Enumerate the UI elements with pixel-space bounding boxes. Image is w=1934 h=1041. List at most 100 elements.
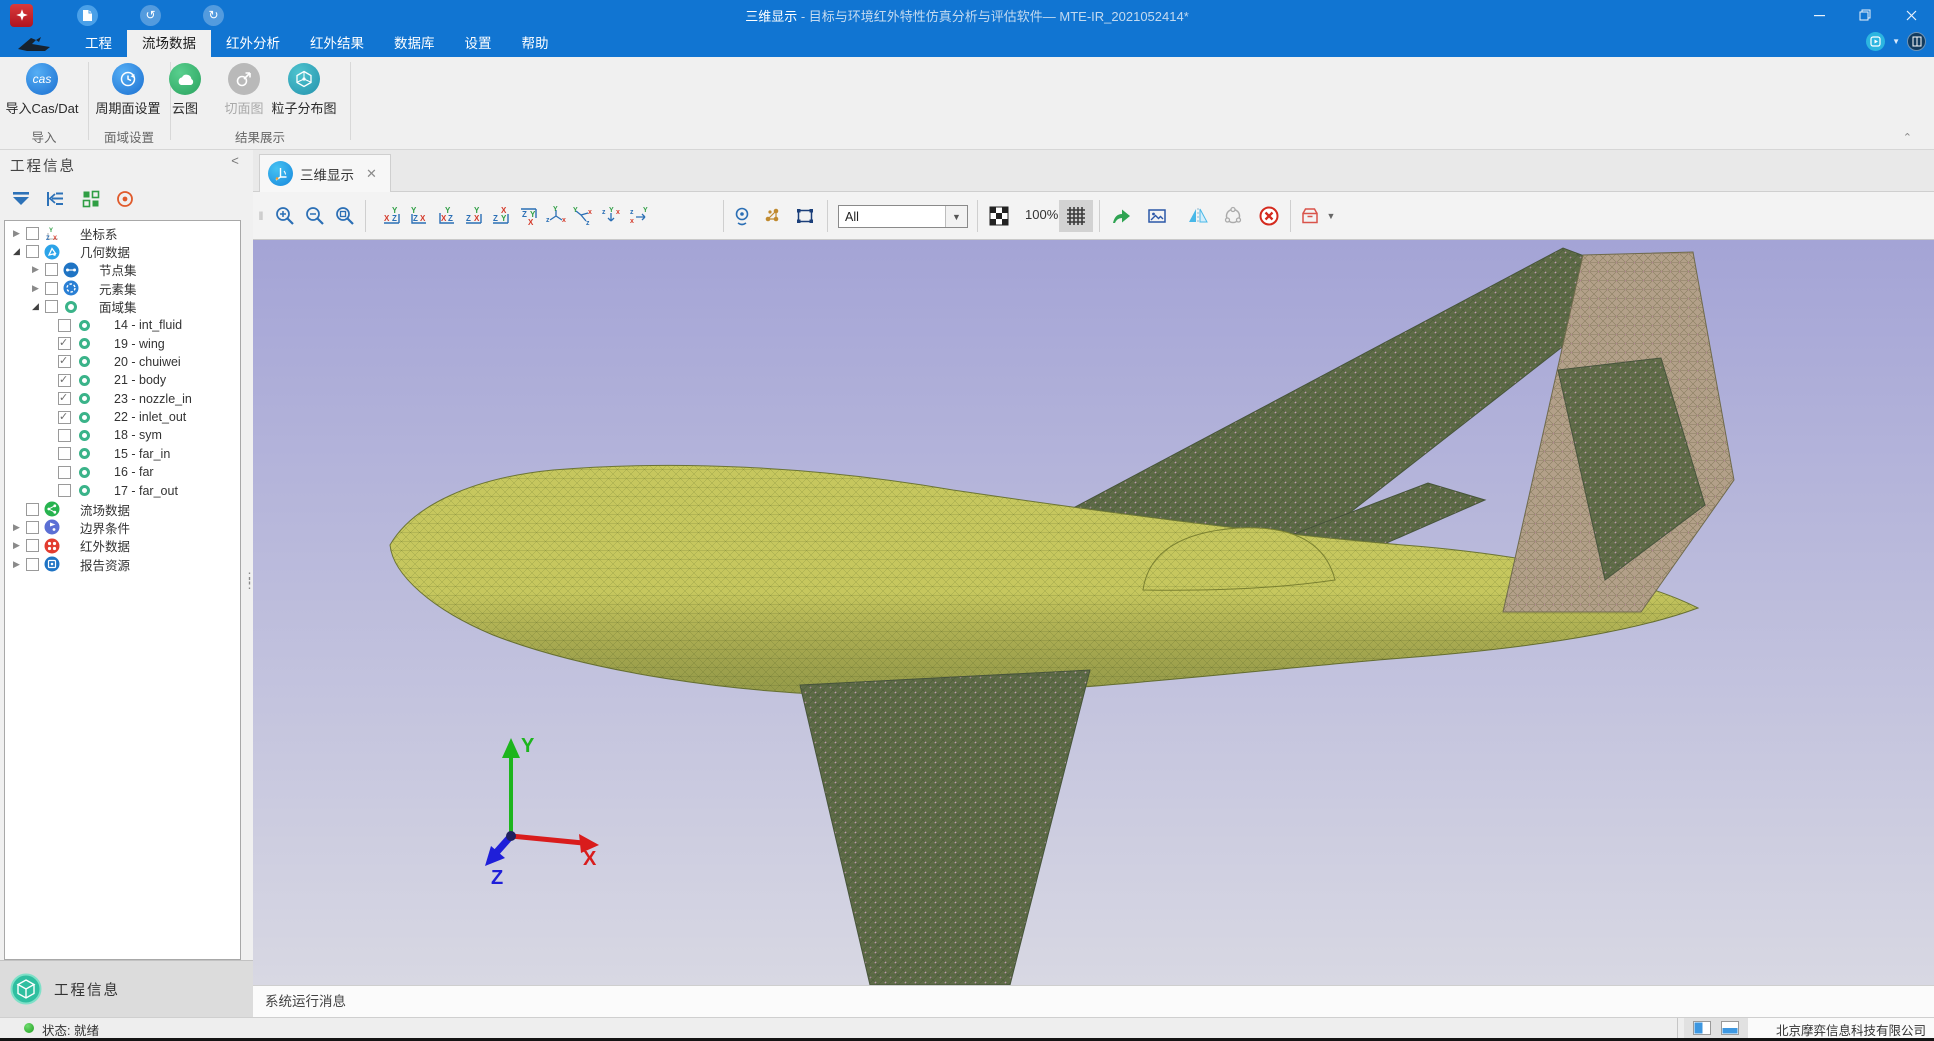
expander-icon[interactable]: ◢ — [10, 245, 23, 258]
tree-item-far[interactable]: 16 - far — [5, 463, 240, 481]
tree-item-far-in[interactable]: 15 - far_in — [5, 445, 240, 463]
menu-item-ir-results[interactable]: 红外结果 — [295, 30, 379, 57]
tree-item-body[interactable]: 21 - body — [5, 371, 240, 389]
export-button[interactable] — [1108, 203, 1134, 229]
view-iso1-button[interactable]: zYx — [543, 203, 569, 229]
tree-item-flowdata[interactable]: ▶ 流场数据 — [5, 500, 240, 518]
view-left-button[interactable]: YXZ — [434, 203, 460, 229]
tree-item-wing[interactable]: 19 - wing — [5, 334, 240, 352]
menu-item-project[interactable]: 工程 — [70, 30, 127, 57]
menu-item-database[interactable]: 数据库 — [379, 30, 450, 57]
tree-item-elementset[interactable]: ▶ 元素集 — [5, 279, 240, 297]
expander-icon[interactable]: ▶ — [29, 263, 42, 276]
expander-icon[interactable]: ◢ — [29, 300, 42, 313]
mesh-display-toggle[interactable] — [1059, 200, 1093, 232]
media-button[interactable] — [1866, 32, 1885, 51]
checkbox[interactable] — [45, 263, 58, 276]
checkbox[interactable] — [58, 337, 71, 350]
tree-item-chuiwei[interactable]: 20 - chuiwei — [5, 353, 240, 371]
menu-item-settings[interactable]: 设置 — [450, 30, 507, 57]
view-bottom-button[interactable]: ZYX — [516, 203, 542, 229]
tree-item-inlet-out[interactable]: 22 - inlet_out — [5, 408, 240, 426]
toolbar-drag-handle[interactable]: ‖ — [255, 203, 267, 229]
menu-item-flowfield[interactable]: 流场数据 — [127, 30, 211, 57]
tree-item-nodeset[interactable]: ▶ 节点集 — [5, 261, 240, 279]
checkbox[interactable] — [58, 319, 71, 332]
checkbox[interactable] — [58, 392, 71, 405]
clear-view-button[interactable] — [1256, 203, 1282, 229]
import-cas-dat-button[interactable]: cas 导入Cas/Dat — [0, 61, 84, 117]
zoom-in-button[interactable] — [272, 203, 298, 229]
checkbox[interactable] — [45, 300, 58, 313]
panel-footer[interactable]: 工程信息 — [0, 960, 253, 1017]
checkbox[interactable] — [26, 227, 39, 240]
checkbox[interactable] — [26, 503, 39, 516]
close-button[interactable] — [1888, 0, 1934, 30]
tree-item-boundary[interactable]: ▶ 边界条件 — [5, 518, 240, 536]
zoom-fit-button[interactable] — [332, 203, 358, 229]
view-iso3-button[interactable]: zYx — [598, 203, 624, 229]
mirror-button[interactable] — [1185, 203, 1211, 229]
tree-item-infrared[interactable]: ▶ 红外数据 — [5, 537, 240, 555]
undo-button[interactable]: ↺ — [140, 5, 161, 26]
particle-distribution-button[interactable]: 粒子分布图 — [262, 61, 346, 117]
view-iso4-button[interactable]: zxY — [626, 203, 652, 229]
probe-point-button[interactable] — [729, 203, 755, 229]
menu-item-help[interactable]: 帮助 — [507, 30, 564, 57]
checkbox[interactable] — [58, 447, 71, 460]
tree-item-coordsys[interactable]: ▶ YZX 坐标系 — [5, 224, 240, 242]
display-filter-select[interactable]: All ▼ — [838, 205, 968, 228]
tree-item-nozzle-in[interactable]: 23 - nozzle_in — [5, 390, 240, 408]
locate-target-button[interactable] — [112, 186, 138, 212]
checkbox[interactable] — [26, 539, 39, 552]
view-right-button[interactable]: YZX — [461, 203, 487, 229]
box-select-button[interactable] — [792, 203, 818, 229]
tree-item-sym[interactable]: 18 - sym — [5, 426, 240, 444]
combo-dropdown-icon[interactable]: ▼ — [945, 206, 967, 227]
panel-collapse-icon[interactable]: < — [226, 153, 244, 168]
checkbox[interactable] — [58, 484, 71, 497]
expander-icon[interactable]: ▶ — [29, 282, 42, 295]
expander-icon[interactable]: ▶ — [10, 227, 23, 240]
checkbox[interactable] — [26, 521, 39, 534]
expander-icon[interactable]: ▶ — [10, 521, 23, 534]
view-iso2-button[interactable]: Yxz — [570, 203, 596, 229]
tree-item-geometry[interactable]: ◢ 几何数据 — [5, 242, 240, 260]
checkbox[interactable] — [58, 355, 71, 368]
viewport-3d[interactable]: Y X Z — [253, 240, 1934, 985]
tree-item-int-fluid[interactable]: 14 - int_fluid — [5, 316, 240, 334]
minimize-button[interactable] — [1796, 0, 1842, 30]
tree-item-far-out[interactable]: 17 - far_out — [5, 481, 240, 499]
checkbox[interactable] — [58, 466, 71, 479]
redo-button[interactable]: ↻ — [203, 5, 224, 26]
checkbox[interactable] — [26, 558, 39, 571]
layout-bottom-panel-icon[interactable] — [1721, 1021, 1739, 1035]
tree-item-faceset[interactable]: ◢ 面域集 — [5, 298, 240, 316]
archive-dropdown-icon[interactable]: ▼ — [1323, 203, 1339, 229]
checkbox[interactable] — [58, 411, 71, 424]
view-back-button[interactable]: YZX — [406, 203, 432, 229]
checkbox[interactable] — [58, 429, 71, 442]
grid-view-button[interactable] — [78, 186, 104, 212]
app-menu-button[interactable] — [10, 4, 33, 27]
layout-left-panel-icon[interactable] — [1693, 1021, 1711, 1035]
checkbox[interactable] — [26, 245, 39, 258]
node-select-button[interactable] — [759, 203, 785, 229]
expander-icon[interactable]: ▶ — [10, 539, 23, 552]
help-book-button[interactable] — [1907, 32, 1926, 51]
view-top-button[interactable]: XZY — [488, 203, 514, 229]
tree-item-report[interactable]: ▶ 报告资源 — [5, 555, 240, 573]
restore-button[interactable] — [1842, 0, 1888, 30]
view-front-button[interactable]: YXZ — [379, 203, 405, 229]
menu-item-ir-analysis[interactable]: 红外分析 — [211, 30, 295, 57]
zoom-out-button[interactable] — [302, 203, 328, 229]
dropdown-caret-icon[interactable]: ▼ — [1892, 37, 1900, 46]
outline-list-button[interactable] — [42, 186, 68, 212]
filter-button[interactable] — [8, 186, 34, 212]
tab-3d-view[interactable]: 三维显示 ✕ — [259, 154, 391, 192]
new-document-button[interactable] — [77, 5, 98, 26]
zoom-level-value[interactable]: 100% — [1025, 207, 1058, 222]
ribbon-collapse-icon[interactable]: ⌃ — [1903, 131, 1912, 144]
checkbox[interactable] — [58, 374, 71, 387]
screenshot-button[interactable] — [1144, 203, 1170, 229]
